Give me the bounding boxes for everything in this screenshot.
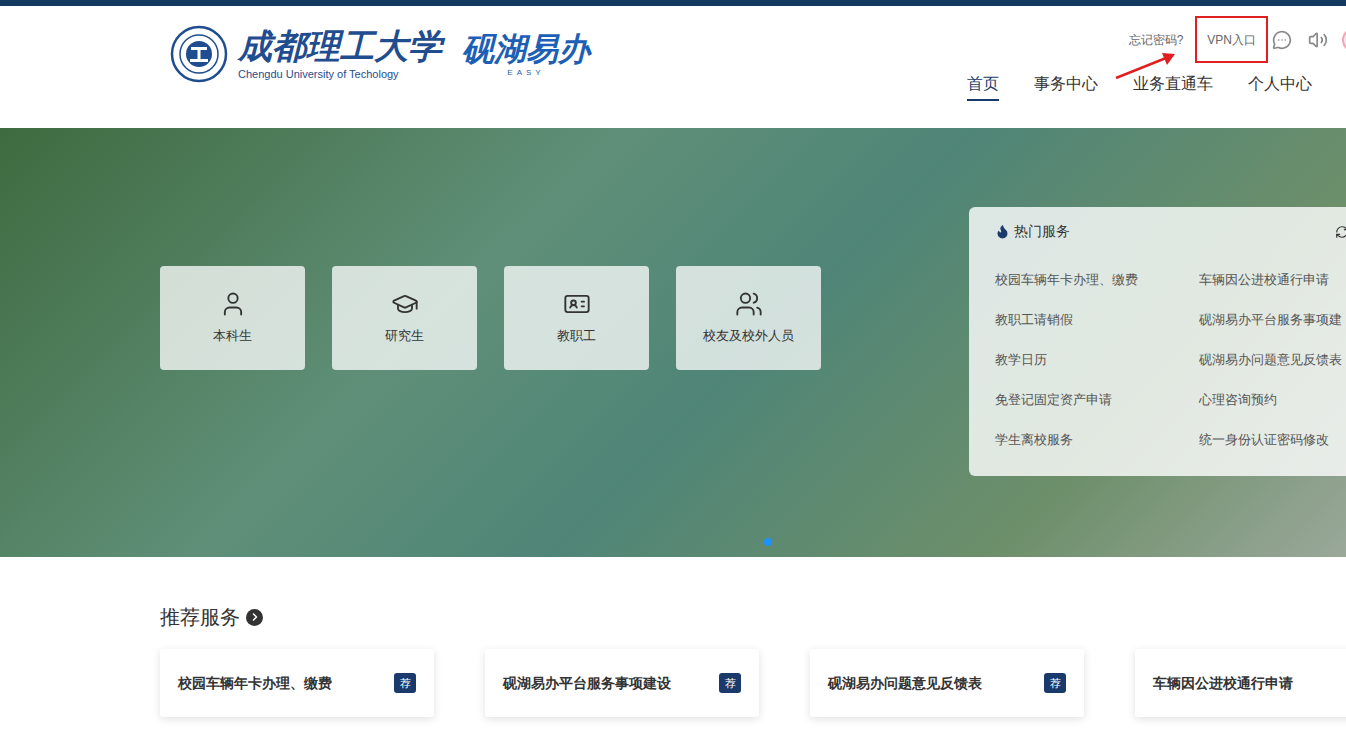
recommended-card[interactable]: 校园车辆年卡办理、缴费荐 <box>160 649 434 717</box>
brand-logo: 砚湖易办EASY <box>462 30 590 78</box>
header-right: 忘记密码? VPN入口首页 事务中心 业务直通车 个人中心 <box>967 6 1346 128</box>
refresh-icon[interactable] <box>1335 225 1346 239</box>
school-name: 成都理工大学Chengdu University of Techology <box>238 27 442 81</box>
hot-services-list: 校园车辆年卡办理、缴费车辆因公进校通行申请教职工请销假砚湖易办平台服务事项建教学… <box>995 260 1346 460</box>
carousel-dots <box>764 538 772 546</box>
graduation-cap-icon <box>391 290 419 318</box>
hot-service-item[interactable]: 学生离校服务 <box>995 420 1199 460</box>
hot-services-panel: 热门服务校园车辆年卡办理、缴费车辆因公进校通行申请教职工请销假砚湖易办平台服务事… <box>969 207 1346 476</box>
carousel-dot[interactable] <box>764 538 772 546</box>
hot-service-item[interactable]: 教职工请销假 <box>995 300 1199 340</box>
recommend-badge: 荐 <box>719 673 741 693</box>
avatar-icon[interactable] <box>1342 28 1346 52</box>
flame-icon <box>995 224 1010 239</box>
recommend-badge: 荐 <box>1044 673 1066 693</box>
user-icon <box>219 290 247 318</box>
more-icon[interactable] <box>246 609 263 626</box>
hero-banner: 本科生研究生教职工校友及校外人员 热门服务校园车辆年卡办理、缴费车辆因公进校通行申… <box>0 128 1346 557</box>
recommended-card[interactable]: 砚湖易办平台服务事项建设荐 <box>485 649 759 717</box>
id-card-icon <box>563 290 591 318</box>
hot-service-item[interactable]: 教学日历 <box>995 340 1199 380</box>
vpn-link[interactable]: VPN入口 <box>1195 16 1268 63</box>
annotation-arrow-icon <box>1112 50 1178 82</box>
hot-service-item[interactable]: 心理咨询预约 <box>1199 380 1346 420</box>
recommended-card[interactable]: 车辆因公进校通行申请 <box>1135 649 1346 717</box>
recommended-card[interactable]: 砚湖易办问题意见反馈表荐 <box>810 649 1084 717</box>
user-type-card[interactable]: 本科生 <box>160 266 305 370</box>
page: 成都理工大学Chengdu University of Techology 砚湖易… <box>0 0 1346 754</box>
recommended-title: 推荐服务 <box>160 603 240 631</box>
hot-services-title: 热门服务 <box>1014 221 1070 242</box>
hot-service-item[interactable]: 免登记固定资产申请 <box>995 380 1199 420</box>
recommended-cards: 校园车辆年卡办理、缴费荐砚湖易办平台服务事项建设荐砚湖易办问题意见反馈表荐车辆因… <box>160 649 1346 717</box>
chat-icon[interactable] <box>1272 30 1292 50</box>
user-type-card[interactable]: 校友及校外人员 <box>676 266 821 370</box>
main-nav: 首页 事务中心 业务直通车 个人中心 <box>967 73 1346 101</box>
hot-service-item[interactable]: 车辆因公进校通行申请 <box>1199 260 1346 300</box>
users-icon <box>735 290 763 318</box>
logo[interactable]: 成都理工大学Chengdu University of Techology 砚湖易… <box>170 14 590 94</box>
forgot-password-link[interactable]: 忘记密码? <box>1129 31 1184 49</box>
nav-item[interactable]: 个人中心 <box>1248 73 1312 101</box>
speaker-icon[interactable] <box>1308 30 1328 50</box>
hot-service-item[interactable]: 砚湖易办问题意见反馈表 <box>1199 340 1346 380</box>
nav-item[interactable]: 业务直通车 <box>1133 73 1213 101</box>
nav-item[interactable]: 事务中心 <box>1034 73 1098 101</box>
user-type-card[interactable]: 教职工 <box>504 266 649 370</box>
school-emblem-icon <box>170 25 228 83</box>
nav-item[interactable]: 首页 <box>967 73 999 101</box>
user-type-card[interactable]: 研究生 <box>332 266 477 370</box>
top-bar <box>0 0 1346 6</box>
hot-service-item[interactable]: 校园车辆年卡办理、缴费 <box>995 260 1199 300</box>
header: 成都理工大学Chengdu University of Techology 砚湖易… <box>0 6 1346 128</box>
hot-service-item[interactable]: 砚湖易办平台服务事项建 <box>1199 300 1346 340</box>
hot-service-item[interactable]: 统一身份认证密码修改 <box>1199 420 1346 460</box>
recommend-badge: 荐 <box>394 673 416 693</box>
recommended-section: 推荐服务校园车辆年卡办理、缴费荐砚湖易办平台服务事项建设荐砚湖易办问题意见反馈表… <box>0 557 1346 717</box>
user-type-list: 本科生研究生教职工校友及校外人员 <box>160 266 821 370</box>
